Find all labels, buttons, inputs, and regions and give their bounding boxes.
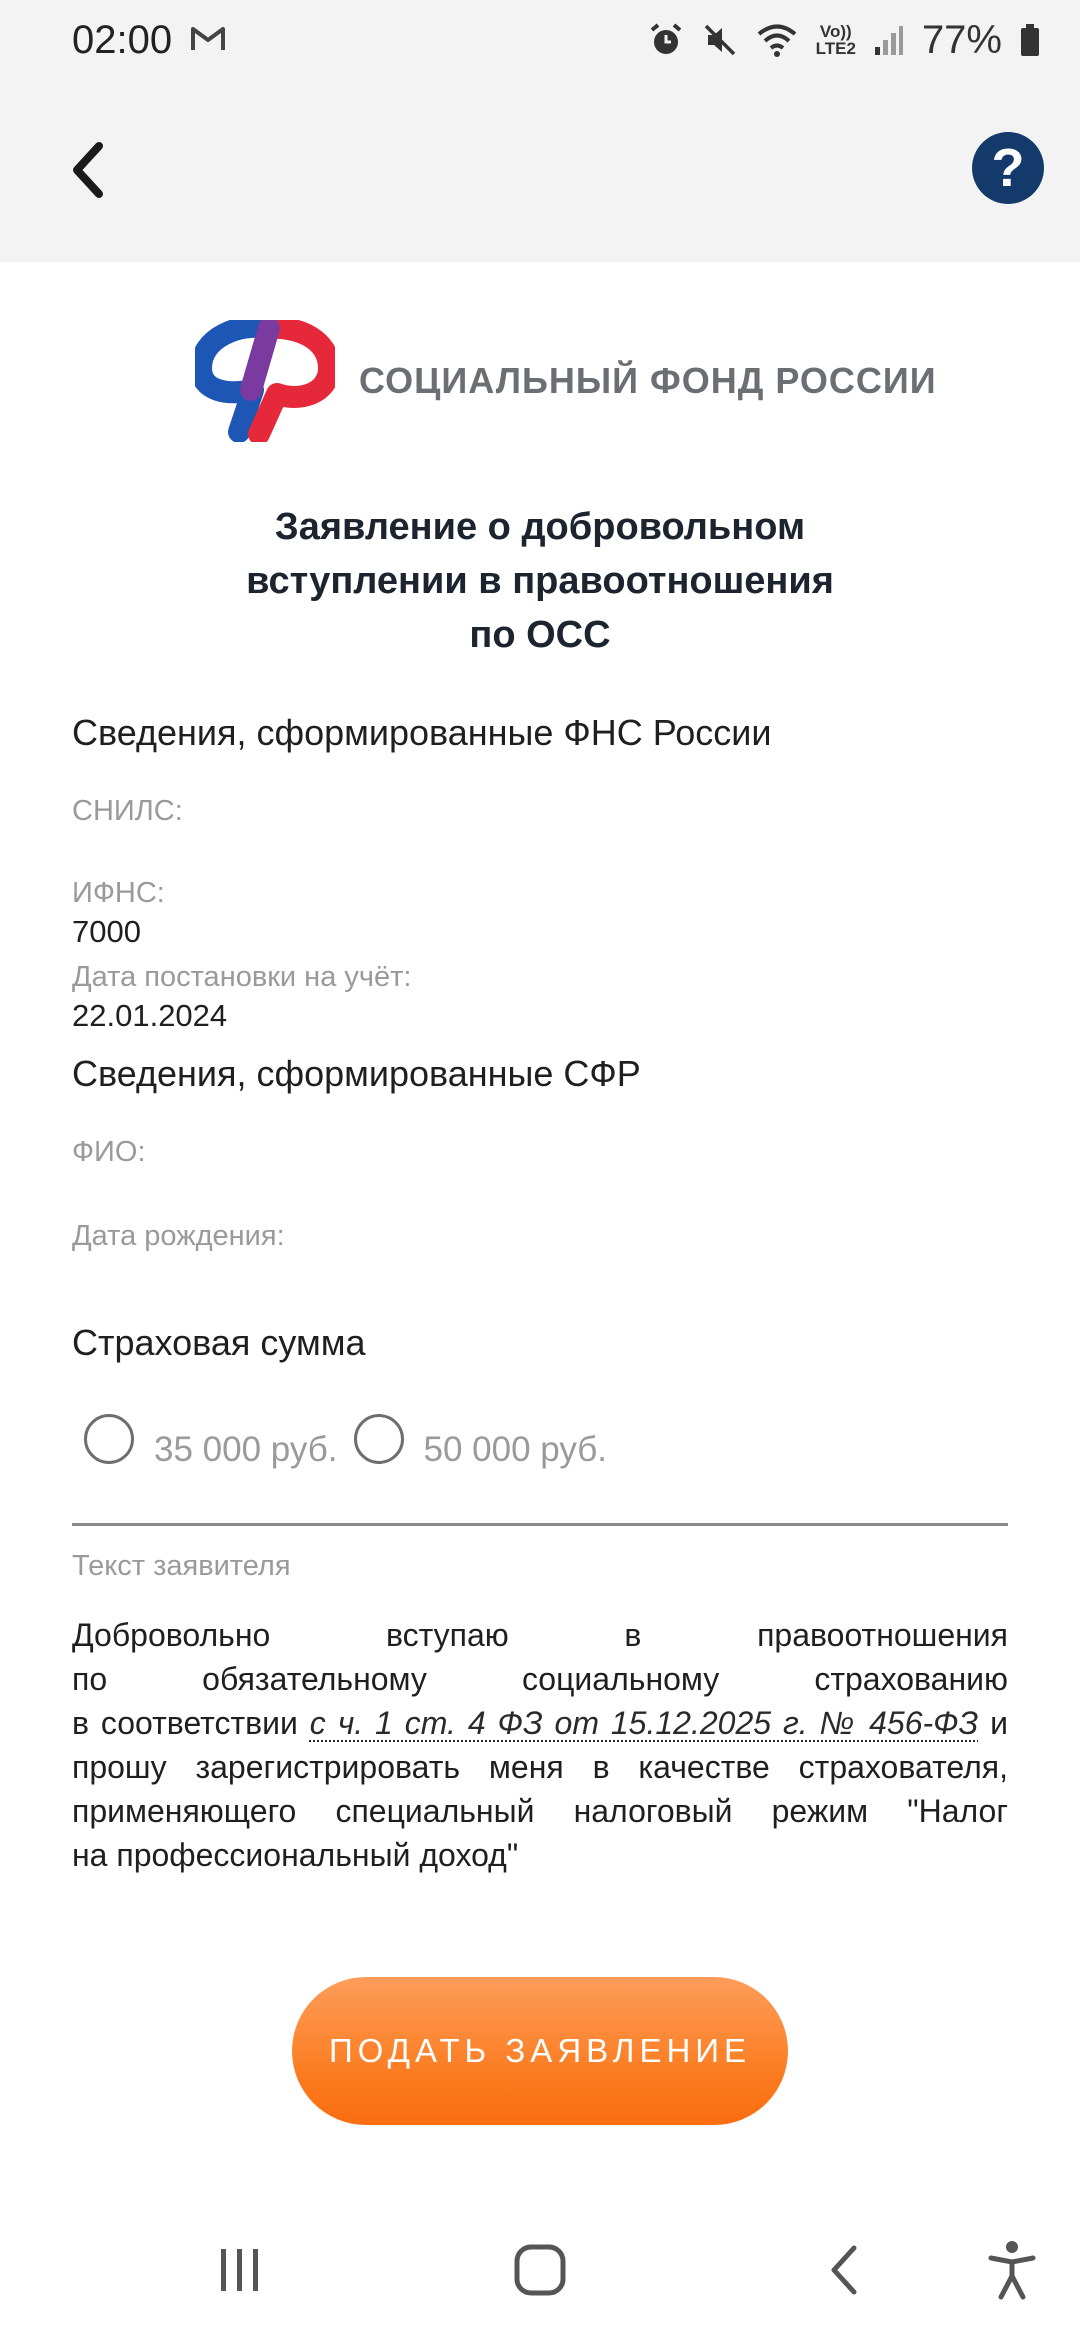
law-reference-link[interactable]: с ч. 1 ст. 4 ФЗ от 15.12.2025 г. № 456-Ф…	[310, 1705, 978, 1741]
title-line-3: по ОСС	[469, 614, 611, 656]
ifns-label: ИФНС:	[72, 877, 165, 909]
recent-apps-icon	[221, 2249, 258, 2291]
back-icon	[831, 2245, 857, 2295]
recent-apps-button[interactable]	[200, 2238, 280, 2302]
app-header: ?	[0, 80, 1080, 262]
applicant-text-line: Добровольно вступаю в правоотношения	[72, 1617, 1008, 1653]
applicant-text-line: применяющего специальный налоговый режим…	[72, 1793, 1008, 1829]
volte-label: Vo))	[819, 22, 852, 41]
radio-50000[interactable]: 50 000 руб.	[353, 1408, 608, 1470]
applicant-text-line-with-link: в соответствии с ч. 1 ст. 4 ФЗ от 15.12.…	[72, 1701, 1008, 1745]
insurance-amount-radio-group: 35 000 руб. 50 000 руб.	[84, 1408, 607, 1470]
snils-label: СНИЛС:	[72, 795, 183, 827]
chevron-left-icon	[73, 142, 103, 198]
radio-label[interactable]: 35 000 руб.	[154, 1430, 338, 1470]
sfr-section-heading: Сведения, сформированные СФР	[72, 1053, 641, 1094]
title-line-1: Заявление о добровольном	[274, 506, 806, 548]
applicant-text: Добровольно вступаю в правоотношения по …	[72, 1613, 1008, 1877]
insurance-heading: Страховая сумма	[72, 1322, 366, 1363]
submit-label: ПОДАТЬ ЗАЯВЛЕНИЕ	[328, 2032, 752, 2069]
radio-label[interactable]: 50 000 руб.	[424, 1430, 608, 1470]
page-title: Заявление о добровольном вступлении в пр…	[140, 500, 940, 662]
status-time: 02:00	[72, 17, 173, 62]
fns-section-heading: Сведения, сформированные ФНС России	[72, 712, 772, 753]
reg-date-label: Дата постановки на учёт:	[72, 961, 412, 993]
help-button[interactable]: ?	[972, 132, 1044, 204]
help-label: ?	[991, 138, 1025, 198]
lte-label: LTE2	[815, 39, 856, 58]
applicant-text-line: на профессиональный доход"	[72, 1837, 519, 1873]
accessibility-icon	[988, 2241, 1036, 2300]
sfr-logo: СОЦИАЛЬНЫЙ ФОНД РОССИИ	[195, 320, 937, 442]
sfr-emblem-icon	[195, 320, 335, 442]
org-name: СОЦИАЛЬНЫЙ ФОНД РОССИИ	[359, 360, 937, 401]
birth-date-label: Дата рождения:	[72, 1220, 285, 1252]
applicant-text-fragment: и	[978, 1705, 1009, 1741]
alarm-icon	[648, 22, 684, 58]
battery-icon	[1020, 23, 1040, 57]
applicant-text-fragment: в соответствии	[72, 1705, 310, 1741]
volte-indicator: Vo)) LTE2	[816, 23, 856, 57]
radio-35000[interactable]: 35 000 руб.	[84, 1408, 338, 1470]
home-button[interactable]	[500, 2238, 580, 2302]
fio-label: ФИО:	[72, 1136, 146, 1168]
applicant-text-line: прошу зарегистрировать меня в качестве с…	[72, 1749, 1008, 1785]
reg-date-value: 22.01.2024	[72, 998, 228, 1033]
system-nav-bar	[0, 2200, 1080, 2340]
gmail-icon	[190, 18, 226, 63]
wifi-icon	[756, 22, 798, 58]
applicant-text-label: Текст заявителя	[72, 1550, 291, 1582]
back-button[interactable]	[52, 135, 122, 205]
battery-percent: 77%	[921, 17, 1002, 62]
title-line-2: вступлении в правоотношения	[246, 560, 834, 602]
mute-icon	[702, 22, 738, 58]
accessibility-button[interactable]	[972, 2238, 1052, 2302]
home-icon	[514, 2244, 566, 2296]
nav-back-button[interactable]	[804, 2238, 884, 2302]
radio-button[interactable]	[353, 1414, 404, 1464]
divider	[72, 1523, 1008, 1526]
applicant-text-line: по обязательному социальному страхованию	[72, 1661, 1008, 1697]
submit-application-button[interactable]: ПОДАТЬ ЗАЯВЛЕНИЕ	[292, 1977, 788, 2125]
signal-icon	[874, 23, 904, 57]
status-bar: 02:00 Vo)) LTE2 77%	[0, 0, 1080, 80]
ifns-value: 7000	[72, 914, 141, 949]
radio-button[interactable]	[84, 1414, 134, 1464]
